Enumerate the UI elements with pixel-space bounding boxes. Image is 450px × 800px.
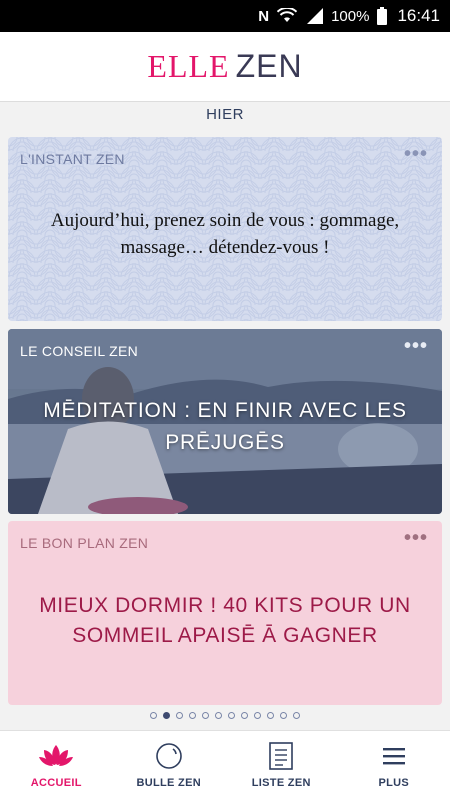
nav-accueil[interactable]: ACCUEIL [0,731,113,800]
pager-dot[interactable] [254,712,261,719]
pager-dot[interactable] [215,712,222,719]
nav-bulle-zen[interactable]: BULLE ZEN [113,731,226,800]
nav-plus[interactable]: PLUS [338,731,450,800]
day-label: HIER [206,106,244,123]
nav-label: PLUS [378,777,410,789]
lotus-icon [39,741,74,771]
pager-dot[interactable] [241,712,248,719]
nfc-label: N [258,7,270,25]
card-kicker: LE CONSEIL ZEN [20,343,139,359]
signal-icon [305,8,324,24]
elle-zen-logo: ELLE ZEN [147,48,302,85]
logo-elle: ELLE [147,48,230,84]
nav-label: ACCUEIL [30,777,82,789]
card-title: MĒDITATION : EN FINIR AVEC LES PRĒJUGĒS [43,399,407,454]
menu-icon [382,741,405,771]
battery-icon [377,7,388,25]
pager-dot[interactable] [228,712,235,719]
card-text: Aujourd’hui, prenez soin de vous : gomma… [50,210,400,258]
bottom-navigation: ACCUEIL BULLE ZEN LISTE ZEN PLUS [0,730,450,800]
clock: 16:41 [397,6,440,25]
status-bar: N 100% 16:41 [0,0,450,32]
battery-percent: 100% [331,7,370,25]
pager-dot[interactable] [293,712,300,719]
pager-dot[interactable] [163,712,170,719]
pager-dot[interactable] [150,712,157,719]
conseil-zen-card[interactable]: LE CONSEIL ZEN ••• MĒDITATION : EN FINIR… [8,329,442,514]
app-header: ELLE ZEN [0,32,450,102]
wifi-icon [277,8,298,24]
card-kicker: L'INSTANT ZEN [20,151,125,167]
more-options-icon[interactable]: ••• [404,143,428,166]
bubble-icon [155,741,183,771]
instant-zen-card[interactable]: L'INSTANT ZEN ••• Aujourd’hui, prenez so… [8,137,442,321]
pager-dot[interactable] [280,712,287,719]
card-kicker: LE BON PLAN ZEN [20,535,149,551]
nav-label: LISTE ZEN [251,777,311,789]
pager-dot[interactable] [189,712,196,719]
nav-label: BULLE ZEN [136,777,201,789]
pager-dot[interactable] [202,712,209,719]
pager-dot[interactable] [176,712,183,719]
nfc-icon: N [258,8,269,25]
logo-zen: ZEN [235,48,303,84]
nav-liste-zen[interactable]: LISTE ZEN [225,731,338,800]
list-icon [269,741,294,771]
card-title: MIEUX DORMIR ! 40 KITS POUR UN SOMMEIL A… [39,594,411,647]
more-options-icon[interactable]: ••• [404,527,428,550]
page-indicator [0,712,450,719]
more-options-icon[interactable]: ••• [404,335,428,358]
pager-dot[interactable] [267,712,274,719]
bon-plan-zen-card[interactable]: LE BON PLAN ZEN ••• MIEUX DORMIR ! 40 KI… [8,521,442,705]
